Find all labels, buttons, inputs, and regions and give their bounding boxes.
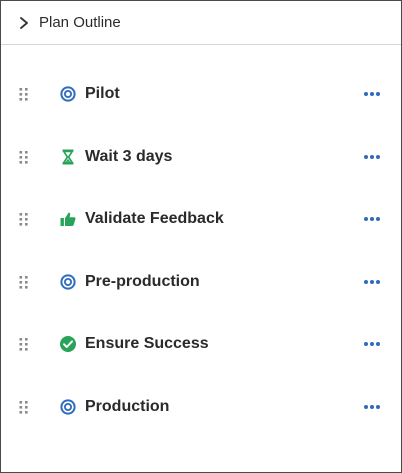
outline-item-label: Production xyxy=(85,397,170,415)
thumbs-up-icon xyxy=(58,209,78,229)
drag-handle-icon[interactable] xyxy=(17,149,29,165)
target-icon xyxy=(58,272,78,292)
more-options-icon[interactable] xyxy=(360,86,384,102)
drag-handle-icon[interactable] xyxy=(17,211,29,227)
target-icon xyxy=(58,84,78,104)
more-options-icon[interactable] xyxy=(360,149,384,165)
more-options-icon[interactable] xyxy=(360,399,384,415)
chevron-right-icon[interactable] xyxy=(17,16,31,30)
outline-item-label: Pilot xyxy=(85,85,120,103)
outline-item[interactable]: Pre-production xyxy=(1,251,401,314)
drag-handle-icon[interactable] xyxy=(17,86,29,102)
outline-item[interactable]: Wait 3 days xyxy=(1,126,401,189)
plan-outline-panel: Plan Outline Pilot Wait 3 days Validate Fe… xyxy=(0,0,402,473)
panel-title: Plan Outline xyxy=(39,14,121,31)
outline-item-label: Ensure Success xyxy=(85,335,209,353)
more-options-icon[interactable] xyxy=(360,336,384,352)
hourglass-icon xyxy=(58,147,78,167)
target-icon xyxy=(58,397,78,417)
more-options-icon[interactable] xyxy=(360,274,384,290)
outline-item-label: Wait 3 days xyxy=(85,147,173,165)
outline-item[interactable]: Validate Feedback xyxy=(1,188,401,251)
drag-handle-icon[interactable] xyxy=(17,399,29,415)
plan-outline-header[interactable]: Plan Outline xyxy=(1,1,401,45)
outline-item[interactable]: Production xyxy=(1,376,401,439)
outline-item-label: Pre-production xyxy=(85,272,200,290)
outline-item[interactable]: Pilot xyxy=(1,63,401,126)
more-options-icon[interactable] xyxy=(360,211,384,227)
check-circle-icon xyxy=(58,334,78,354)
outline-item[interactable]: Ensure Success xyxy=(1,313,401,376)
outline-item-label: Validate Feedback xyxy=(85,210,224,228)
drag-handle-icon[interactable] xyxy=(17,274,29,290)
drag-handle-icon[interactable] xyxy=(17,336,29,352)
outline-list: Pilot Wait 3 days Validate Feedback Pre-pro… xyxy=(1,63,401,438)
